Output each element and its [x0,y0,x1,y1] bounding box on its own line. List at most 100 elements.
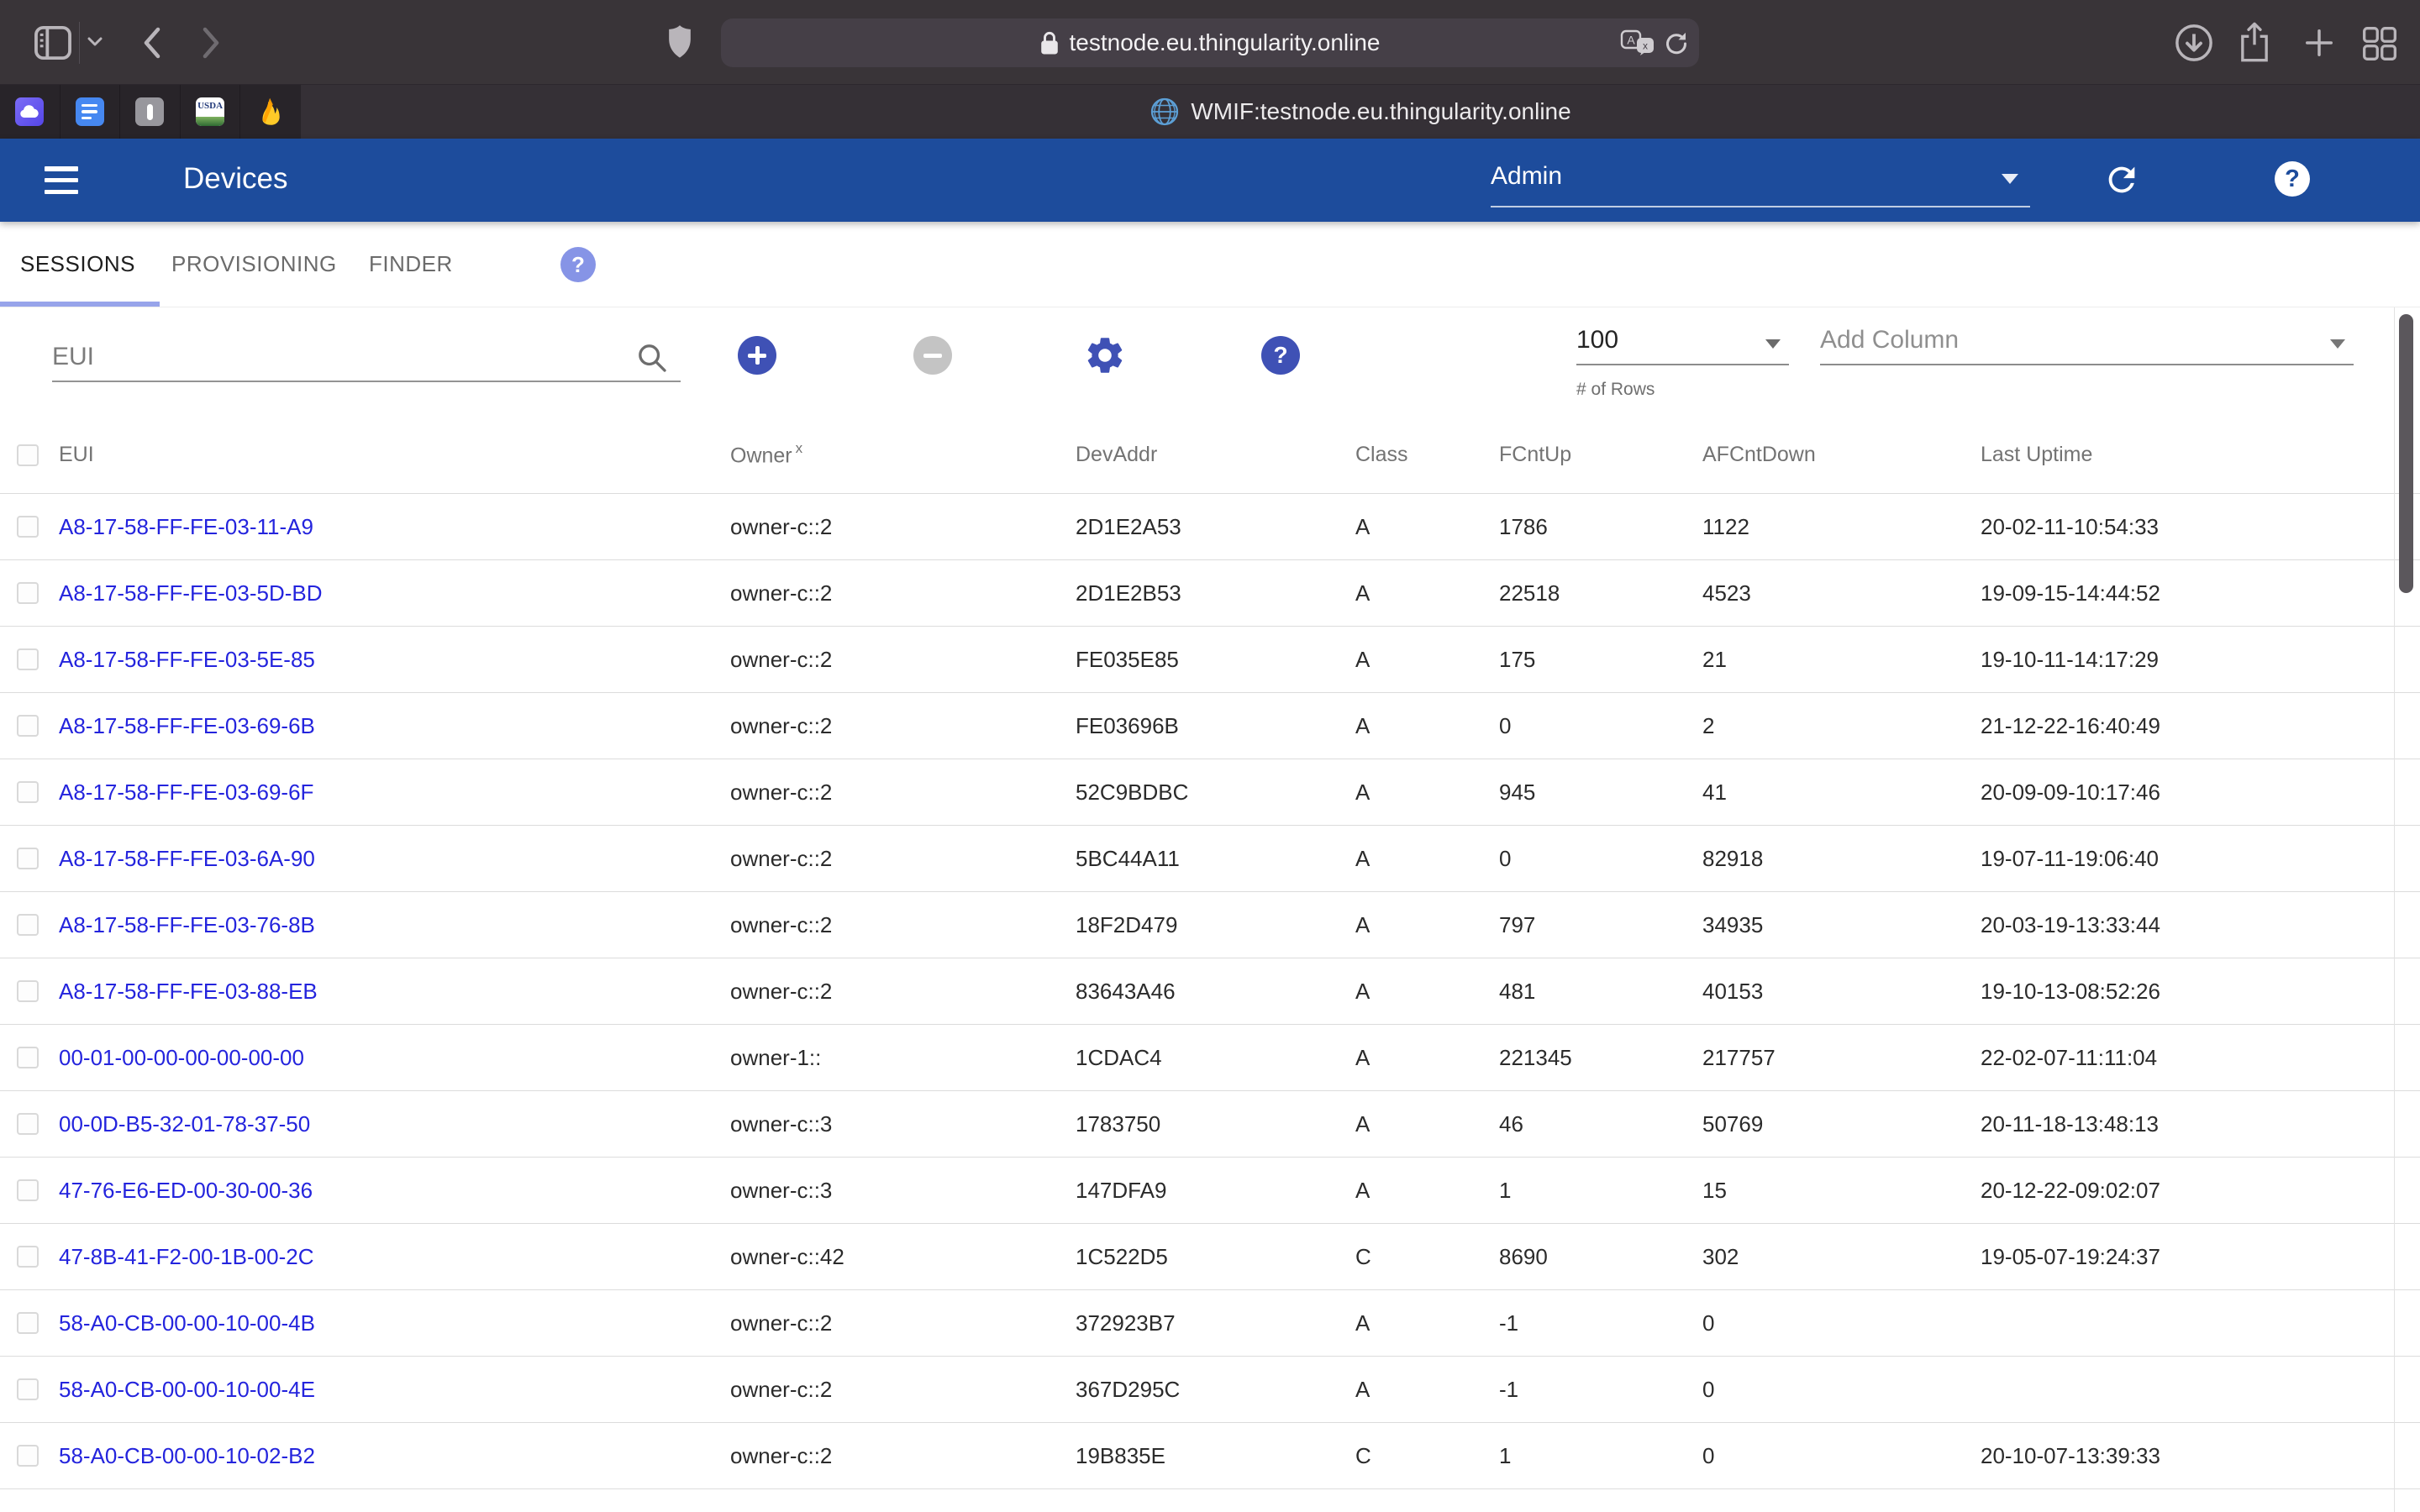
col-header-devaddr[interactable]: DevAddr [1076,443,1355,467]
eui-link[interactable]: 00-01-00-00-00-00-00-00 [59,1045,304,1070]
col-header-eui[interactable]: EUI [59,443,730,467]
pinned-tab-cloud[interactable] [0,85,60,139]
row-checkbox[interactable] [17,715,39,737]
fcntup-cell: 175 [1499,647,1702,673]
lastuptime-cell: 20-12-22-09:02:07 [1981,1178,2420,1204]
tab-overview-icon[interactable] [2361,25,2398,62]
tab-finder[interactable]: FINDER [369,222,453,307]
translate-icon[interactable]: A x [1620,29,1655,56]
download-icon[interactable] [2175,24,2213,62]
scrollbar-thumb[interactable] [2399,314,2413,593]
table-row: A8-17-58-FF-FE-03-5D-BDowner-c::22D1E2B5… [0,560,2420,627]
eui-link[interactable]: A8-17-58-FF-FE-03-6A-90 [59,846,315,871]
forward-icon[interactable] [200,26,222,60]
class-cell: A [1355,979,1499,1005]
eui-link[interactable]: A8-17-58-FF-FE-03-5E-85 [59,647,315,672]
eui-link[interactable]: A8-17-58-FF-FE-03-69-6F [59,780,313,805]
col-header-fcntup[interactable]: FCntUp [1499,443,1702,467]
eui-link[interactable]: A8-17-58-FF-FE-03-69-6B [59,713,315,738]
lastuptime-cell: 20-03-19-13:33:44 [1981,912,2420,938]
privacy-shield-icon[interactable] [668,24,692,60]
add-filter-button[interactable] [738,336,776,375]
table-row: A8-17-58-FF-FE-03-5E-85owner-c::2FE035E8… [0,627,2420,693]
afcntdown-cell: 40153 [1702,979,1981,1005]
pinned-tab-usda[interactable]: USDA [181,85,241,139]
devaddr-cell: 83643A46 [1076,979,1355,1005]
row-checkbox[interactable] [17,516,39,538]
tab-provisioning[interactable]: PROVISIONING [171,222,337,307]
row-checkbox[interactable] [17,1113,39,1135]
settings-gear-button[interactable] [1083,333,1127,377]
fcntup-cell: -1 [1499,1377,1702,1403]
afcntdown-cell: 4523 [1702,580,1981,606]
eui-link[interactable]: 58-A0-CB-00-00-10-00-4B [59,1310,315,1336]
row-checkbox[interactable] [17,848,39,869]
col-header-class[interactable]: Class [1355,443,1499,467]
eui-link[interactable]: A8-17-58-FF-FE-03-76-8B [59,912,315,937]
pinned-tab-docs[interactable] [60,85,121,139]
remove-filter-button[interactable] [913,336,952,375]
pinned-tab-firebase[interactable] [240,85,301,139]
tab-sessions[interactable]: SESSIONS [20,222,135,307]
eui-link[interactable]: 58-A0-CB-00-00-10-02-B2 [59,1443,315,1468]
menu-icon[interactable] [45,166,78,194]
owner-cell: owner-c::2 [730,647,1076,673]
fcntup-cell: 22518 [1499,580,1702,606]
select-all-checkbox[interactable] [17,444,39,466]
row-checkbox[interactable] [17,1445,39,1467]
afcntdown-cell: 302 [1702,1244,1981,1270]
row-checkbox[interactable] [17,781,39,803]
eui-search-input[interactable] [52,338,623,376]
search-icon [635,341,669,375]
row-checkbox[interactable] [17,1312,39,1334]
header-help-button[interactable]: ? [2275,161,2310,197]
table-header: EUI Ownerx DevAddr Class FCntUp AFCntDow… [0,417,2420,494]
col-header-owner[interactable]: Ownerx [730,442,1076,468]
rows-per-page-select[interactable]: 100 [1576,321,1789,365]
active-tab[interactable]: WMIF:testnode.eu.thingularity.online [301,85,2420,139]
new-tab-icon[interactable] [2303,27,2335,59]
eui-link[interactable]: 58-A0-CB-00-00-10-00-4E [59,1377,315,1402]
eui-link[interactable]: A8-17-58-FF-FE-03-5D-BD [59,580,323,606]
cloud-app-icon [15,97,44,126]
row-checkbox[interactable] [17,1246,39,1268]
filter-help-button[interactable]: ? [1261,336,1300,375]
row-checkbox[interactable] [17,1179,39,1201]
refresh-button[interactable] [2102,160,2141,199]
eui-link[interactable]: 47-8B-41-F2-00-1B-00-2C [59,1244,313,1269]
class-cell: A [1355,1045,1499,1071]
sidebar-icon[interactable] [34,25,72,60]
info-icon [135,97,164,126]
class-cell: A [1355,713,1499,739]
eui-link[interactable]: A8-17-58-FF-FE-03-88-EB [59,979,318,1004]
col-header-lastuptime[interactable]: Last Uptime [1981,443,2420,467]
row-checkbox[interactable] [17,980,39,1002]
eui-link[interactable]: A8-17-58-FF-FE-03-11-A9 [59,514,313,539]
afcntdown-cell: 15 [1702,1178,1981,1204]
owner-cell: owner-c::2 [730,580,1076,606]
row-checkbox[interactable] [17,914,39,936]
class-cell: A [1355,1377,1499,1403]
role-select[interactable]: Admin [1491,150,2030,207]
owner-remove-superscript[interactable]: x [796,440,803,456]
eui-link[interactable]: 47-76-E6-ED-00-30-00-36 [59,1178,313,1203]
reload-icon[interactable] [1664,31,1689,56]
url-bar[interactable]: testnode.eu.thingularity.online A x [721,18,1699,67]
row-checkbox[interactable] [17,1378,39,1400]
tabs-help-button[interactable]: ? [560,247,596,282]
fcntup-cell: 1 [1499,1443,1702,1469]
pinned-tab-notes[interactable] [120,85,181,139]
add-column-select[interactable]: Add Column [1820,321,2354,365]
usda-icon: USDA [196,97,224,126]
table-row: 47-76-E6-ED-00-30-00-36owner-c::3147DFA9… [0,1158,2420,1224]
row-checkbox[interactable] [17,1047,39,1068]
eui-link[interactable]: 00-0D-B5-32-01-78-37-50 [59,1111,310,1137]
fcntup-cell: 945 [1499,780,1702,806]
col-header-afcntdown[interactable]: AFCntDown [1702,443,1981,467]
row-checkbox[interactable] [17,582,39,604]
row-checkbox[interactable] [17,648,39,670]
back-icon[interactable] [141,26,163,60]
share-icon[interactable] [2238,20,2271,64]
chevron-down-icon[interactable] [87,37,103,47]
table-row: A8-17-58-FF-FE-03-69-6Bowner-c::2FE03696… [0,693,2420,759]
